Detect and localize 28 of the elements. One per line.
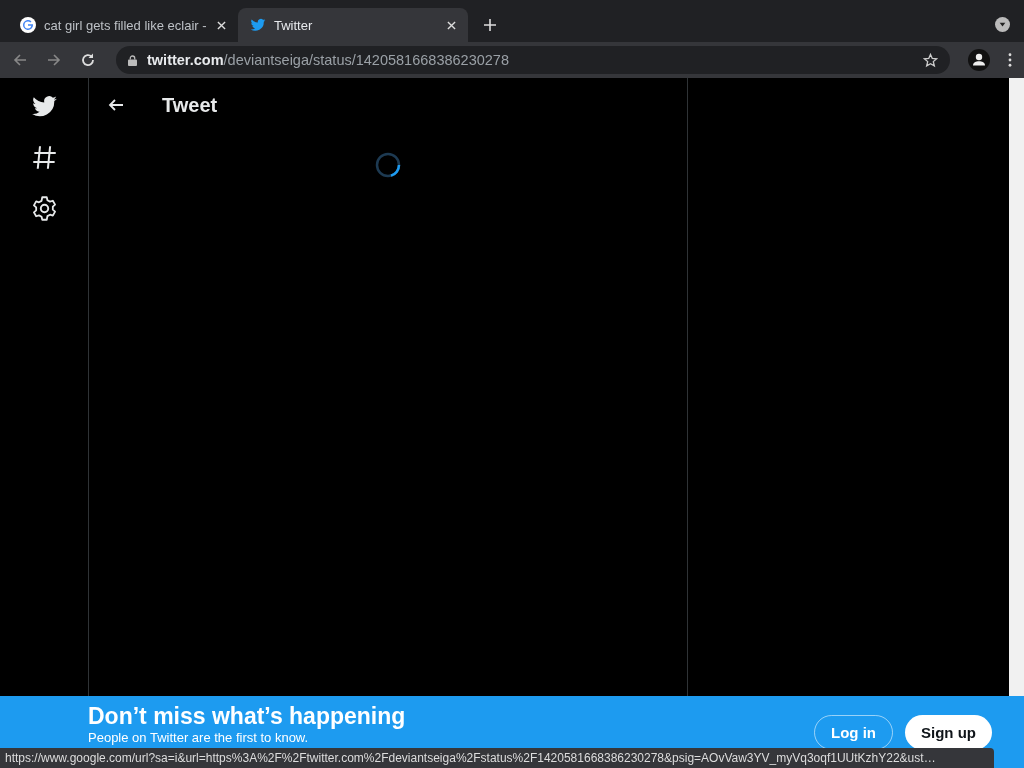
reload-icon[interactable]	[80, 52, 96, 68]
lock-icon	[128, 54, 137, 66]
banner-subline: People on Twitter are the first to know.	[88, 730, 310, 745]
banner-headline: Don’t miss what’s happening	[88, 703, 406, 730]
close-icon[interactable]	[217, 20, 226, 30]
address-bar[interactable]: twitter.com/deviantseiga/status/1420581668386230278	[116, 46, 950, 74]
hashtag-icon[interactable]	[30, 144, 58, 171]
tab-title: cat girl gets filled like eclair -	[44, 17, 208, 33]
close-icon[interactable]	[447, 20, 456, 30]
settings-icon[interactable]	[30, 195, 58, 222]
forward-icon[interactable]	[46, 52, 62, 68]
tab-search-icon[interactable]	[995, 17, 1010, 32]
google-icon	[20, 17, 36, 33]
profile-icon[interactable]	[968, 49, 990, 71]
back-arrow-icon[interactable]	[108, 97, 124, 113]
scrollbar[interactable]	[1009, 78, 1024, 696]
back-icon[interactable]	[12, 52, 28, 68]
signup-button[interactable]: Sign up	[905, 714, 992, 750]
browser-tab[interactable]: Twitter	[238, 8, 468, 42]
new-tab-icon[interactable]	[484, 19, 496, 31]
status-bar-url: https://www.google.com/url?sa=i&url=https%3A%2F%2Ftwitter.com%2Fdeviantseiga%2Fstatus%2F1420581668386230278&psig=AOvVaw3YV_myVq3oqf1UUtKzhY22&ust…	[0, 748, 994, 768]
url-text: twitter.com/deviantseiga/status/1420581668386230278	[147, 52, 509, 68]
star-icon[interactable]	[923, 52, 938, 68]
menu-icon[interactable]	[1008, 53, 1012, 67]
browser-tab[interactable]: cat girl gets filled like eclair -	[8, 8, 238, 42]
page-title: Tweet	[162, 93, 218, 117]
tab-title: Twitter	[274, 17, 314, 33]
bird-icon	[250, 17, 266, 33]
